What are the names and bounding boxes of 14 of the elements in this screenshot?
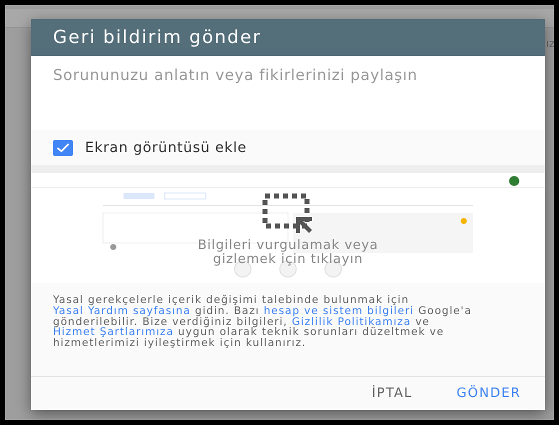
legal-link[interactable]: Hizmet Şartlarımıza [53,326,174,338]
legal-link[interactable]: Gizlilik Politikamıza [292,316,412,328]
cancel-button[interactable]: İPTAL [368,380,416,407]
legal-link[interactable]: Yasal Yardım sayfasına [53,304,191,317]
checkbox[interactable] [53,140,73,156]
screenshot-preview[interactable]: Bilgileri vurgulamak veya gizlemek için tıklayın [31,165,545,283]
dialog-title: Geri bildirim gönder [53,27,262,48]
legal-notice: Yasal gerekçelerle içerik değişimi talebinde bulunmak için Yasal Yardım sayfasına gidin. Bazı hesap ve sistem bilgileri Google'a gönderilebilir. Bize verdiğiniz bilgileri, Gizlilik Politikamıza ve Hizmet Şartlarımıza uygun olarak teknik sorunları düzeltmek ve hizmetlerimizi iyileştirmek için kullanırız. [53,295,473,352]
preview-hint: Bilgileri vurgulamak veya gizlemek için tıklayın [196,239,380,267]
description-field[interactable]: Sorununuzu anlatın veya fikirlerinizi paylaşın [31,56,545,130]
send-button[interactable]: GÖNDER [452,380,525,407]
highlight-icon [262,193,314,233]
legal-link[interactable]: hesap ve sistem bilgileri [264,304,414,317]
checkbox-label: Ekran görüntüsü ekle [85,140,247,156]
